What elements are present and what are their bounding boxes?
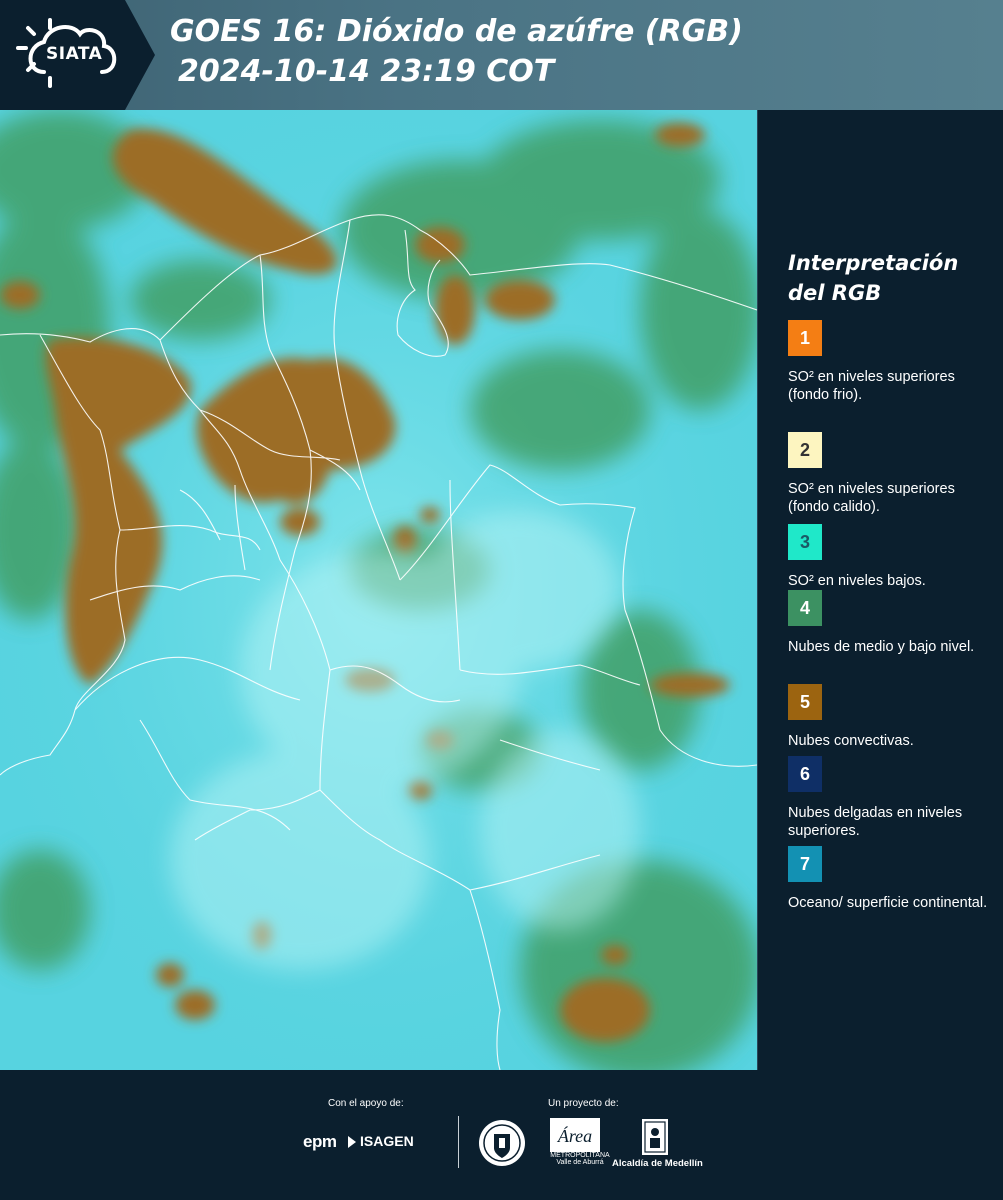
legend-item-2: 2 SO² en niveles superiores (fondo calido… [788, 432, 993, 516]
legend-swatch-5: 5 [788, 684, 822, 720]
legend-title-line2: del RGB [788, 281, 882, 305]
area-metropolitana-text: METROPOLITANA Valle de Aburrá [550, 1152, 610, 1166]
amva-wordmark: Área [557, 1125, 592, 1146]
isagen-icon [348, 1136, 356, 1148]
product-title: GOES 16: Dióxido de azúfre (RGB) [170, 14, 743, 49]
alcaldia-medellin-text: Alcaldía de Medellín [612, 1158, 703, 1169]
legend-item-1: 1 SO² en niveles superiores (fondo frio). [788, 320, 993, 404]
legend-swatch-2: 2 [788, 432, 822, 468]
isagen-logo[interactable]: ISAGEN [360, 1133, 414, 1149]
support-label: Con el apoyo de: [328, 1098, 404, 1109]
legend-description-3: SO² en niveles bajos. [788, 573, 926, 589]
legend-item-6: 6 Nubes delgadas en niveles superiores. [788, 756, 993, 840]
siata-logo[interactable]: SIATA [0, 0, 125, 110]
sponsors-footer: Con el apoyo de: Un proyecto de: epm ISA… [0, 1070, 1003, 1200]
legend-item-7: 7 Oceano/ superficie continental. [788, 846, 993, 912]
rgb-legend: Interpretación del RGB 1 SO² en niveles s… [788, 248, 993, 911]
timestamp: 2024-10-14 23:19 COT [178, 54, 555, 89]
legend-swatch-6: 6 [788, 756, 822, 792]
legend-swatch-1: 1 [788, 320, 822, 356]
legend-item-4: 4 Nubes de medio y bajo nivel. [788, 590, 993, 656]
header-bar: SIATA GOES 16: Dióxido de azúfre (RGB) 2… [0, 0, 1003, 110]
logo-text: SIATA [46, 44, 103, 64]
medellin-shield-icon[interactable] [641, 1118, 669, 1156]
rgb-composite-image [0, 110, 757, 1070]
footer-divider [458, 1116, 459, 1168]
legend-swatch-4: 4 [788, 590, 822, 626]
area-metropolitana-icon[interactable]: Área [550, 1118, 600, 1152]
legend-description-6: Nubes delgadas en niveles superiores. [788, 805, 963, 839]
legend-description-2: SO² en niveles superiores (fondo calido)… [788, 481, 955, 515]
satellite-map[interactable] [0, 110, 758, 1070]
university-seal-icon[interactable] [477, 1118, 527, 1168]
legend-title-line1: Interpretación [788, 251, 959, 275]
logo-chevron [125, 0, 155, 110]
legend-swatch-7: 7 [788, 846, 822, 882]
legend-title: Interpretación del RGB [788, 248, 993, 308]
epm-logo[interactable]: epm [303, 1132, 337, 1152]
legend-description-1: SO² en niveles superiores (fondo frio). [788, 369, 955, 403]
legend-description-5: Nubes convectivas. [788, 733, 914, 749]
project-label: Un proyecto de: [548, 1098, 619, 1109]
legend-description-4: Nubes de medio y bajo nivel. [788, 639, 975, 655]
legend-description-7: Oceano/ superficie continental. [788, 895, 988, 911]
legend-item-3: 3 SO² en niveles bajos. [788, 524, 993, 590]
legend-item-5: 5 Nubes convectivas. [788, 684, 993, 750]
legend-swatch-3: 3 [788, 524, 822, 560]
